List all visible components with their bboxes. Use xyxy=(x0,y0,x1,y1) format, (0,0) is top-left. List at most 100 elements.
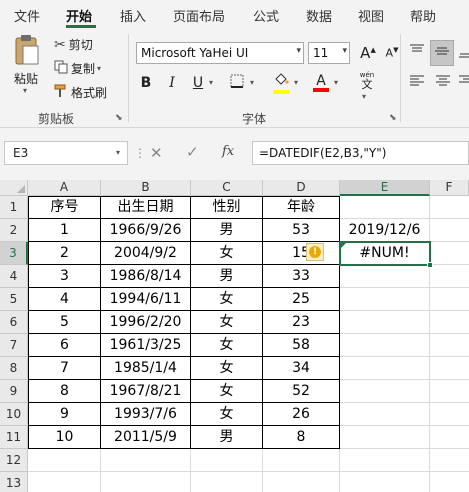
align-right-button[interactable] xyxy=(458,72,469,94)
menu-insert[interactable]: 插入 xyxy=(120,6,146,25)
row-header-10[interactable]: 10 xyxy=(0,403,28,426)
row-header-5[interactable]: 5 xyxy=(0,288,28,311)
cell-c5[interactable]: 女 xyxy=(191,288,262,310)
cell-c8[interactable]: 女 xyxy=(191,357,262,379)
underline-dropdown-icon[interactable]: ▾ xyxy=(209,78,213,87)
spreadsheet-grid[interactable]: A B C D E F 1 2 3 4 5 6 7 8 9 10 11 12 1… xyxy=(0,180,469,492)
menu-page-layout[interactable]: 页面布局 xyxy=(173,6,225,25)
cell-a6[interactable]: 5 xyxy=(29,311,100,333)
align-center-button[interactable] xyxy=(432,72,454,94)
row-header-1[interactable]: 1 xyxy=(0,196,28,219)
cell-d7[interactable]: 58 xyxy=(263,334,339,356)
align-bottom-button[interactable] xyxy=(458,42,469,64)
cell-c9[interactable]: 女 xyxy=(191,380,262,402)
paste-dropdown-icon[interactable]: ▾ xyxy=(23,86,27,95)
row-header-13[interactable]: 13 xyxy=(0,472,28,492)
select-all-button[interactable] xyxy=(0,180,28,196)
cell-c7[interactable]: 女 xyxy=(191,334,262,356)
paste-label[interactable]: 粘贴 xyxy=(14,70,38,87)
cell-e2[interactable]: 2019/12/6 xyxy=(340,219,429,241)
cell-d4[interactable]: 33 xyxy=(263,265,339,287)
borders-button[interactable] xyxy=(226,72,248,94)
cell-a5[interactable]: 4 xyxy=(29,288,100,310)
font-size-dropdown-icon[interactable]: ▾ xyxy=(342,46,347,56)
fill-color-button[interactable] xyxy=(270,72,292,94)
align-left-button[interactable] xyxy=(406,72,428,94)
cell-b9[interactable]: 1967/8/21 xyxy=(101,380,190,402)
font-launcher-icon[interactable]: ⬊ xyxy=(389,113,397,123)
cell-b2[interactable]: 1966/9/26 xyxy=(101,219,190,241)
font-name-combo[interactable]: Microsoft YaHei UI ▾ xyxy=(136,42,304,64)
bold-button[interactable]: B xyxy=(136,72,156,94)
cell-c6[interactable]: 女 xyxy=(191,311,262,333)
row-header-9[interactable]: 9 xyxy=(0,380,28,403)
underline-button[interactable]: U xyxy=(188,72,208,94)
cell-d8[interactable]: 34 xyxy=(263,357,339,379)
insert-function-icon[interactable]: fx xyxy=(222,144,234,159)
font-name-dropdown-icon[interactable]: ▾ xyxy=(296,46,301,56)
cell-d10[interactable]: 26 xyxy=(263,403,339,425)
cell-c10[interactable]: 女 xyxy=(191,403,262,425)
cell-a3[interactable]: 2 xyxy=(29,242,100,264)
cell-d2[interactable]: 53 xyxy=(263,219,339,241)
cell-c1[interactable]: 性别 xyxy=(191,196,262,218)
name-box[interactable]: E3 xyxy=(4,141,128,165)
cell-b7[interactable]: 1961/3/25 xyxy=(101,334,190,356)
cell-d5[interactable]: 25 xyxy=(263,288,339,310)
error-warning-button[interactable]: ! xyxy=(306,243,324,261)
cell-d6[interactable]: 23 xyxy=(263,311,339,333)
row-header-6[interactable]: 6 xyxy=(0,311,28,334)
cell-d1[interactable]: 年龄 xyxy=(263,196,339,218)
column-header-f[interactable]: F xyxy=(430,180,469,196)
column-header-a[interactable]: A xyxy=(28,180,101,196)
cell-d11[interactable]: 8 xyxy=(263,426,339,448)
cell-b5[interactable]: 1994/6/11 xyxy=(101,288,190,310)
cell-a7[interactable]: 6 xyxy=(29,334,100,356)
cell-c11[interactable]: 男 xyxy=(191,426,262,448)
row-header-12[interactable]: 12 xyxy=(0,449,28,472)
cell-a2[interactable]: 1 xyxy=(29,219,100,241)
copy-dropdown-icon[interactable]: ▾ xyxy=(97,64,101,73)
fill-color-dropdown-icon[interactable]: ▾ xyxy=(294,78,298,87)
menu-file[interactable]: 文件 xyxy=(14,6,40,25)
font-color-button[interactable]: A xyxy=(310,72,332,94)
name-box-dropdown-icon[interactable]: ▾ xyxy=(116,148,120,157)
row-header-4[interactable]: 4 xyxy=(0,265,28,288)
copy-button[interactable]: 复制 ▾ xyxy=(54,60,101,77)
cell-c3[interactable]: 女 xyxy=(191,242,262,264)
row-header-2[interactable]: 2 xyxy=(0,219,28,242)
column-header-e[interactable]: E xyxy=(340,180,430,196)
cell-a11[interactable]: 10 xyxy=(29,426,100,448)
cell-b4[interactable]: 1986/8/14 xyxy=(101,265,190,287)
phonetic-guide-dropdown-icon[interactable]: ▾ xyxy=(362,92,366,101)
cell-a9[interactable]: 8 xyxy=(29,380,100,402)
fill-handle[interactable] xyxy=(427,262,433,268)
increase-font-size-button[interactable]: A▲ xyxy=(358,42,378,64)
cell-b1[interactable]: 出生日期 xyxy=(101,196,190,218)
cell-b10[interactable]: 1993/7/6 xyxy=(101,403,190,425)
clipboard-launcher-icon[interactable]: ⬊ xyxy=(115,113,123,123)
italic-button[interactable]: I xyxy=(162,72,182,94)
menu-help[interactable]: 帮助 xyxy=(410,6,436,25)
row-header-8[interactable]: 8 xyxy=(0,357,28,380)
cell-c4[interactable]: 男 xyxy=(191,265,262,287)
column-header-b[interactable]: B xyxy=(101,180,191,196)
menu-formulas[interactable]: 公式 xyxy=(253,6,279,25)
decrease-font-size-button[interactable]: A▼ xyxy=(382,42,402,64)
borders-dropdown-icon[interactable]: ▾ xyxy=(250,78,254,87)
formula-input[interactable]: =DATEDIF(E2,B3,"Y") xyxy=(252,141,469,165)
cell-b8[interactable]: 1985/1/4 xyxy=(101,357,190,379)
cell-b3[interactable]: 2004/9/2 xyxy=(101,242,190,264)
column-header-d[interactable]: D xyxy=(263,180,340,196)
cell-b11[interactable]: 2011/5/9 xyxy=(101,426,190,448)
format-painter-button[interactable]: 格式刷 xyxy=(54,84,107,101)
row-header-11[interactable]: 11 xyxy=(0,426,28,449)
cancel-icon[interactable]: ✕ xyxy=(150,144,163,162)
cell-a4[interactable]: 3 xyxy=(29,265,100,287)
align-middle-button[interactable] xyxy=(430,40,454,66)
align-top-button[interactable] xyxy=(406,42,428,64)
cut-button[interactable]: ✂ 剪切 xyxy=(54,36,93,53)
cell-b6[interactable]: 1996/2/20 xyxy=(101,311,190,333)
column-header-c[interactable]: C xyxy=(191,180,263,196)
enter-icon[interactable]: ✓ xyxy=(186,143,199,161)
